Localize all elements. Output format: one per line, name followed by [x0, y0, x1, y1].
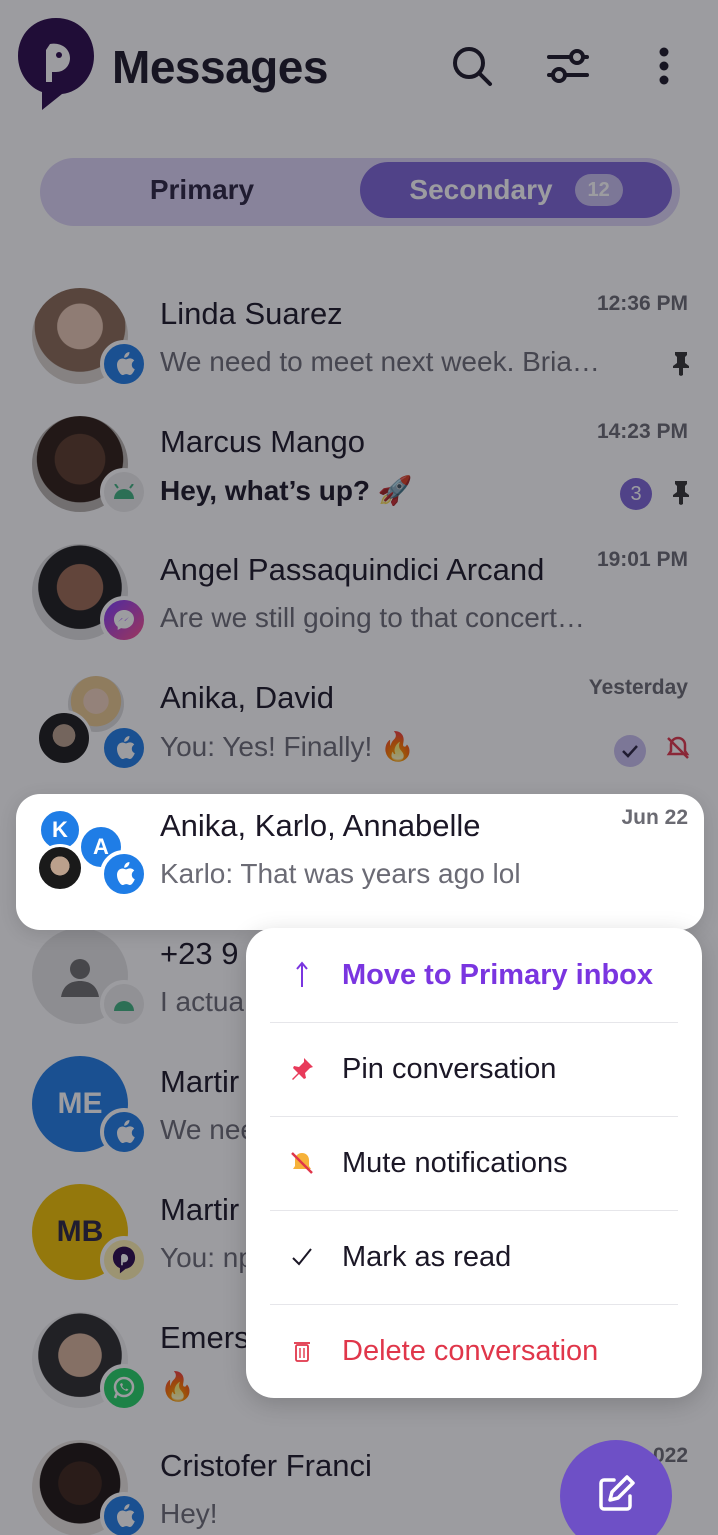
- avatar-initial: K: [52, 817, 68, 842]
- selected-conversation[interactable]: K A Anika, Karlo, Annabelle Karlo: That …: [16, 794, 704, 930]
- trash-icon: [270, 1339, 334, 1363]
- delete-conversation-button[interactable]: Delete conversation: [270, 1304, 678, 1398]
- mute-notifications-button[interactable]: Mute notifications: [270, 1116, 678, 1210]
- compose-icon: [594, 1472, 638, 1521]
- move-to-primary-button[interactable]: Move to Primary inbox: [270, 928, 678, 1022]
- contact-name: Anika, Karlo, Annabelle: [160, 808, 481, 843]
- bell-off-icon: [270, 1149, 334, 1177]
- avatar: [36, 844, 84, 892]
- message-preview: Karlo: That was years ago lol: [160, 858, 521, 889]
- context-menu: Move to Primary inbox Pin conversation M…: [246, 928, 702, 1398]
- menu-item-label: Mute notifications: [342, 1146, 568, 1179]
- menu-item-label: Move to Primary inbox: [342, 958, 654, 991]
- menu-item-label: Mark as read: [342, 1240, 512, 1273]
- menu-item-label: Pin conversation: [342, 1052, 557, 1085]
- check-icon: [270, 1247, 334, 1267]
- pin-icon: [270, 1055, 334, 1083]
- mark-as-read-button[interactable]: Mark as read: [270, 1210, 678, 1304]
- menu-item-label: Delete conversation: [342, 1334, 599, 1367]
- arrow-up-icon: [270, 961, 334, 989]
- timestamp: Jun 22: [621, 806, 688, 829]
- pin-conversation-button[interactable]: Pin conversation: [270, 1022, 678, 1116]
- messages-screen: Messages Primary Secondary 12 Linda Suar…: [0, 0, 718, 1535]
- apple-icon: [100, 850, 148, 898]
